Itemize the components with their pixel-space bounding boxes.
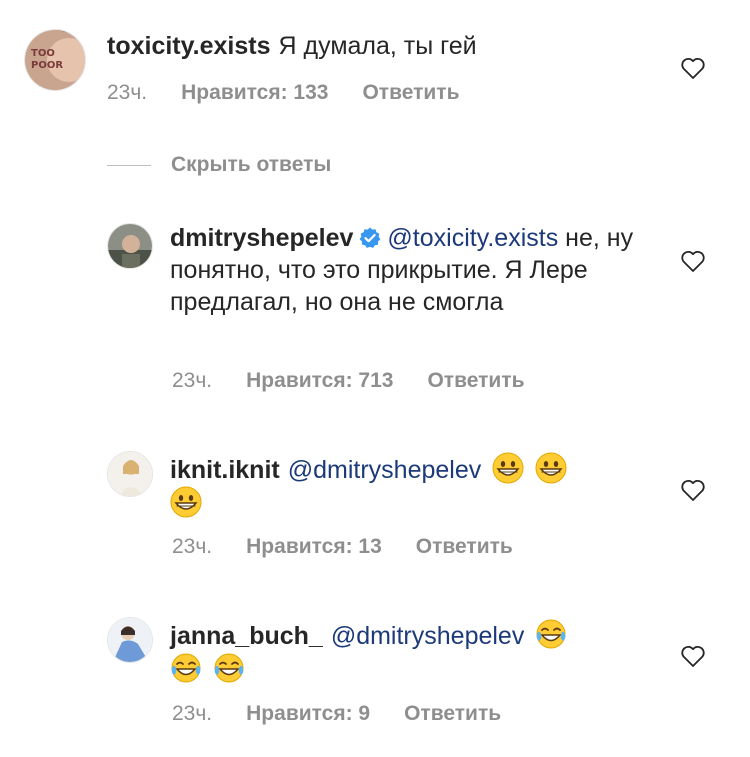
likes-count[interactable]: Нравится: 133: [181, 81, 328, 104]
avatar[interactable]: [107, 617, 153, 663]
heart-icon[interactable]: [680, 644, 706, 668]
heart-icon[interactable]: [680, 478, 706, 502]
avatar[interactable]: [107, 451, 153, 497]
tears-of-joy-emoji: [536, 619, 566, 649]
avatar-image: [108, 618, 152, 662]
reply-button[interactable]: Ответить: [362, 81, 459, 104]
comment-time: 23ч.: [107, 81, 148, 104]
reply-button[interactable]: Ответить: [416, 535, 513, 558]
heart-icon[interactable]: [680, 56, 706, 80]
comment-meta: 23ч. Нравится: 9 Ответить: [172, 702, 535, 726]
heart-icon[interactable]: [680, 249, 706, 273]
comment-body: toxicity.exists Я думала, ты гей: [107, 30, 667, 62]
divider-line: [107, 164, 151, 166]
comment-username[interactable]: toxicity.exists: [107, 32, 271, 60]
reply-button[interactable]: Ответить: [427, 369, 524, 392]
tears-of-joy-emoji: [214, 653, 244, 683]
comment-time: 23ч.: [172, 535, 213, 558]
avatar-image: [108, 452, 152, 496]
comment-username[interactable]: janna_buch_: [170, 622, 323, 650]
svg-text:TOO: TOO: [31, 48, 55, 59]
comment-meta: 23ч. Нравится: 13 Ответить: [172, 535, 547, 559]
avatar[interactable]: TOO POOR: [24, 29, 86, 91]
grinning-face-emoji: [492, 452, 524, 484]
grinning-face-emoji: [535, 452, 567, 484]
comment-body: dmitryshepelev @toxicity.exists не, ну по…: [170, 222, 650, 318]
comment-mention[interactable]: @dmitryshepelev: [288, 456, 482, 484]
comment-time: 23ч.: [172, 702, 213, 725]
comment-username[interactable]: dmitryshepelev: [170, 224, 353, 252]
comment-text: Я думала, ты гей: [278, 32, 477, 60]
comment-meta: 23ч. Нравится: 133 Ответить: [107, 81, 494, 105]
comment-mention[interactable]: @dmitryshepelev: [331, 622, 525, 650]
likes-count[interactable]: Нравится: 9: [246, 702, 370, 725]
comment-username[interactable]: iknit.iknit: [170, 456, 280, 484]
hide-replies-label: Скрыть ответы: [171, 153, 332, 176]
likes-count[interactable]: Нравится: 713: [246, 369, 393, 392]
comment-meta: 23ч. Нравится: 713 Ответить: [172, 369, 559, 393]
likes-count[interactable]: Нравится: 13: [246, 535, 382, 558]
svg-text:POOR: POOR: [31, 60, 63, 71]
verified-badge-icon: [360, 227, 381, 248]
avatar-image: [108, 224, 152, 268]
reply-button[interactable]: Ответить: [404, 702, 501, 725]
tears-of-joy-emoji: [171, 653, 201, 683]
comment-time: 23ч.: [172, 369, 213, 392]
comment-body: janna_buch_ @dmitryshepelev: [170, 618, 630, 686]
hide-replies-button[interactable]: Скрыть ответы: [107, 148, 331, 182]
comment-mention[interactable]: @toxicity.exists: [387, 224, 558, 252]
grinning-face-emoji: [170, 486, 202, 518]
avatar[interactable]: [107, 223, 153, 269]
comment-body: iknit.iknit @dmitryshepelev: [170, 452, 630, 520]
avatar-image: TOO POOR: [25, 30, 85, 90]
